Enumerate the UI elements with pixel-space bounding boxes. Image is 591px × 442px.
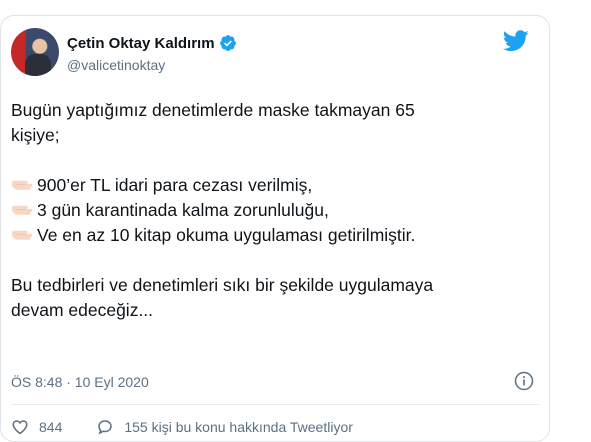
bullet-line: Ve en az 10 kitap okuma uygulaması getir… bbox=[11, 223, 531, 248]
bullet-text: Ve en az 10 kitap okuma uygulaması getir… bbox=[37, 225, 416, 245]
speech-bubble-icon bbox=[96, 418, 114, 436]
bullet-line: 900’er TL idari para cezası verilmiş, bbox=[11, 173, 531, 198]
conversation-text: 155 kişi bu konu hakkında Tweetliyor bbox=[124, 419, 353, 435]
author-name[interactable]: Çetin Oktay Kaldırım bbox=[67, 35, 215, 52]
bullet-text: 900’er TL idari para cezası verilmiş, bbox=[37, 175, 313, 195]
tweet-line: Bugün yaptığımız denetimlerde maske takm… bbox=[11, 100, 415, 120]
author-name-row: Çetin Oktay Kaldırım bbox=[67, 34, 237, 52]
twitter-bird-icon[interactable] bbox=[502, 30, 529, 52]
pointing-hand-icon bbox=[11, 200, 35, 218]
divider bbox=[11, 404, 539, 405]
tweet-text: Bugün yaptığımız denetimlerde maske takm… bbox=[11, 98, 531, 323]
tweet-line: Bu tedbirleri ve denetimleri sıkı bir şe… bbox=[11, 275, 434, 295]
author-handle[interactable]: @valicetinoktay bbox=[67, 57, 165, 73]
heart-icon bbox=[11, 418, 29, 436]
tweet-card[interactable]: Çetin Oktay Kaldırım @valicetinoktay Bug… bbox=[0, 15, 550, 442]
verified-badge-icon bbox=[219, 34, 237, 52]
bullet-line: 3 gün karantinada kalma zorunluluğu, bbox=[11, 198, 531, 223]
info-icon[interactable] bbox=[514, 371, 534, 391]
conversation-button[interactable]: 155 kişi bu konu hakkında Tweetliyor bbox=[96, 418, 353, 436]
like-count: 844 bbox=[39, 419, 63, 435]
pointing-hand-icon bbox=[11, 175, 35, 193]
pointing-hand-icon bbox=[11, 225, 35, 243]
author-avatar[interactable] bbox=[11, 28, 59, 76]
like-button[interactable]: 844 bbox=[11, 418, 62, 436]
bullet-text: 3 gün karantinada kalma zorunluluğu, bbox=[37, 200, 329, 220]
tweet-line: devam edeceğiz... bbox=[11, 300, 154, 320]
tweet-actions: 844 155 kişi bu konu hakkında Tweetliyor bbox=[11, 418, 353, 436]
tweet-line: kişiye; bbox=[11, 125, 60, 145]
tweet-timestamp[interactable]: ÖS 8:48 · 10 Eyl 2020 bbox=[11, 374, 149, 390]
